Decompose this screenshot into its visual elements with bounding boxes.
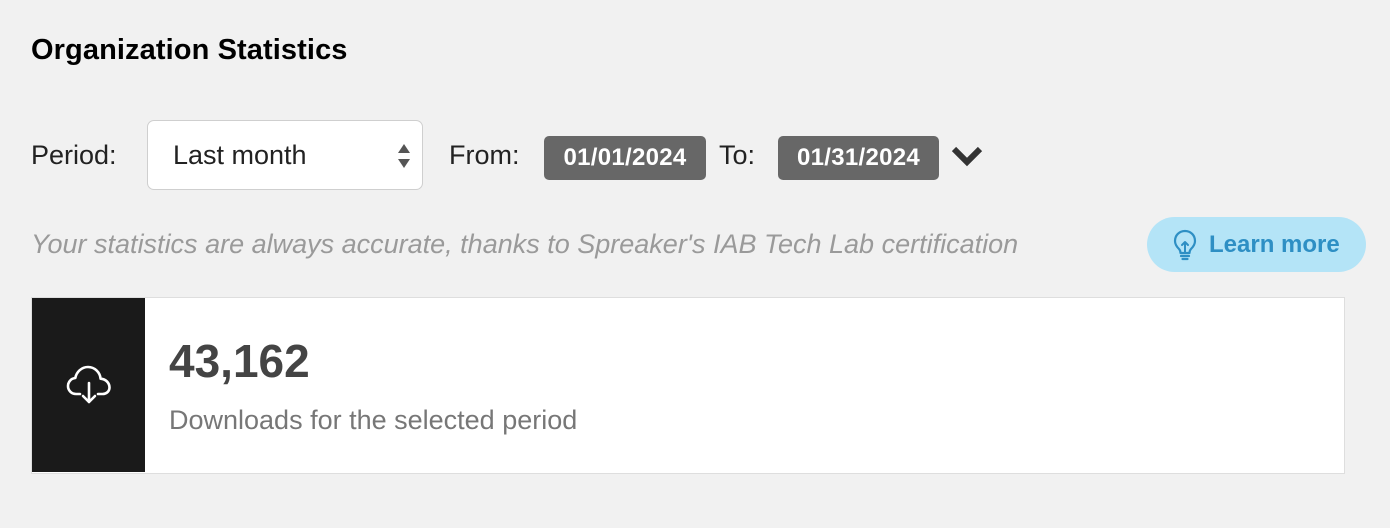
cloud-download-icon <box>66 365 111 404</box>
period-select[interactable]: Last month <box>147 120 423 190</box>
downloads-stat-card: 43,162 Downloads for the selected period <box>31 297 1345 474</box>
accuracy-notice: Your statistics are always accurate, tha… <box>31 229 1019 259</box>
chevron-down-icon[interactable] <box>950 141 984 171</box>
learn-more-label: Learn more <box>1209 231 1340 258</box>
downloads-count: 43,162 <box>169 335 310 387</box>
period-select-value: Last month <box>173 140 307 170</box>
learn-more-button[interactable]: Learn more <box>1147 217 1366 272</box>
downloads-caption: Downloads for the selected period <box>169 405 578 435</box>
to-label: To: <box>719 140 756 170</box>
select-arrows-icon <box>398 144 410 168</box>
to-date-field[interactable]: 01/31/2024 <box>778 136 939 180</box>
stat-icon-box <box>32 298 145 472</box>
lightbulb-icon <box>1173 229 1197 261</box>
from-date-field[interactable]: 01/01/2024 <box>544 136 706 180</box>
page-title: Organization Statistics <box>31 34 348 66</box>
statistics-page: Organization Statistics Period: Last mon… <box>0 0 1390 528</box>
period-label: Period: <box>31 140 117 170</box>
from-label: From: <box>449 140 520 170</box>
